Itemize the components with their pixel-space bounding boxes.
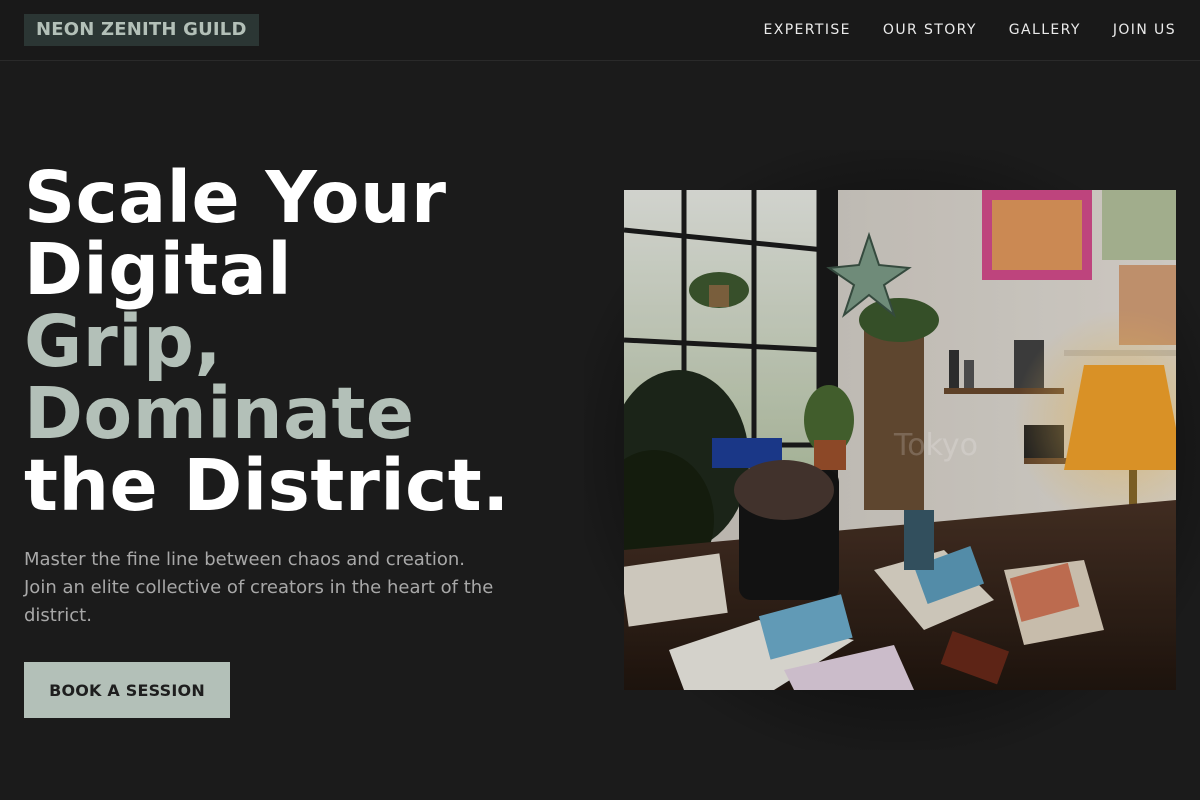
hero-studio-photo: Tokyo <box>624 190 1176 690</box>
top-navigation-bar: NEON ZENITH GUILD EXPERTISE OUR STORY GA… <box>0 0 1200 61</box>
main-nav: EXPERTISE OUR STORY GALLERY JOIN US <box>763 0 1176 60</box>
headline-line-1: Scale Your <box>24 156 447 239</box>
headline-line-3: Grip, <box>24 300 222 383</box>
nav-link-join-us[interactable]: JOIN US <box>1113 22 1176 38</box>
image-watermark-text: Tokyo <box>893 428 978 463</box>
hero-subtitle: Master the fine line between chaos and c… <box>24 549 494 626</box>
headline-line-5: the District. <box>24 444 510 527</box>
nav-link-expertise[interactable]: EXPERTISE <box>763 22 850 38</box>
nav-link-gallery[interactable]: GALLERY <box>1009 22 1081 38</box>
headline-line-2: Digital <box>24 228 293 311</box>
headline-line-4: Dominate <box>24 372 415 455</box>
nav-link-our-story[interactable]: OUR STORY <box>883 22 977 38</box>
brand-logo[interactable]: NEON ZENITH GUILD <box>24 14 259 46</box>
book-session-button[interactable]: BOOK A SESSION <box>24 662 230 718</box>
hero-headline: Scale Your Digital Grip, Dominate the Di… <box>24 162 584 522</box>
